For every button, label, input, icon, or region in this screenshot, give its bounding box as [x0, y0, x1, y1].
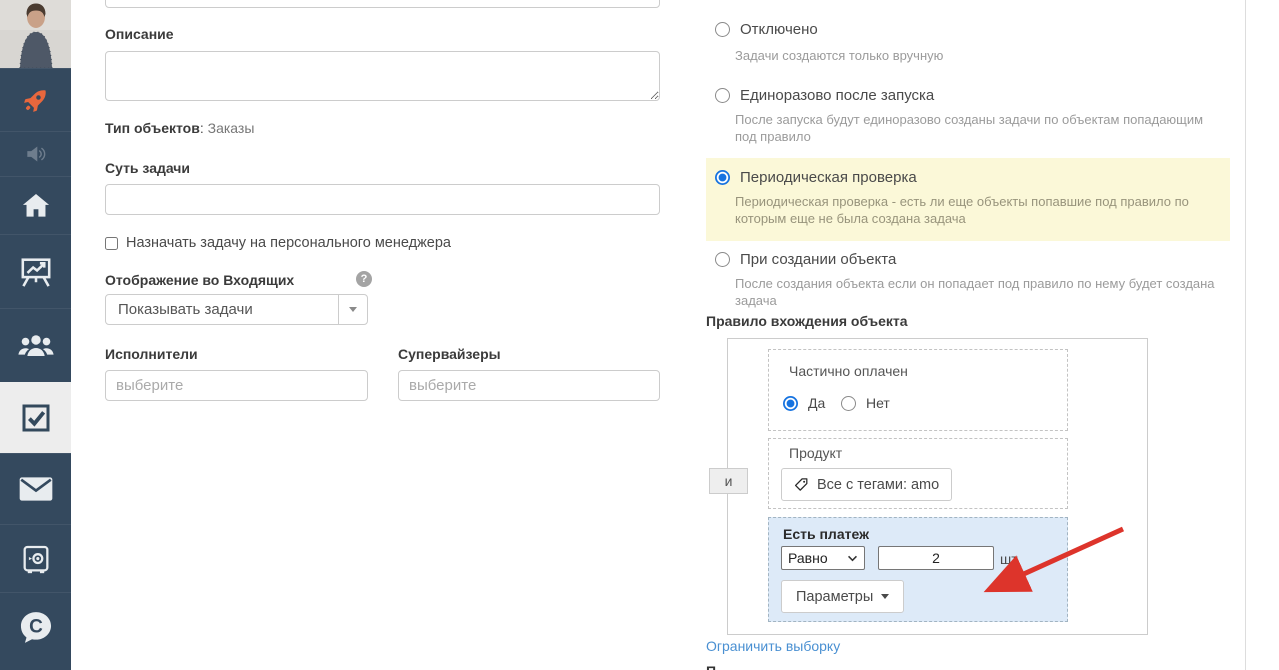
schedule-option-label: Периодическая проверка: [740, 169, 917, 186]
help-icon[interactable]: ?: [356, 271, 372, 287]
cutoff-top-input[interactable]: [105, 0, 660, 8]
object-type-label: Тип объектов: [105, 120, 200, 136]
schedule-option-label: При создании объекта: [740, 251, 896, 268]
radio-icon[interactable]: [841, 396, 856, 411]
schedule-option-periodic[interactable]: Периодическая проверка: [715, 169, 917, 186]
chevron-down-icon: [349, 307, 357, 312]
condition-product: Продукт Все с тегами: amo: [768, 438, 1068, 509]
radio-icon[interactable]: [715, 252, 730, 267]
schedule-option-desc: После запуска будут единоразово созданы …: [735, 111, 1205, 145]
assign-manager-label: Назначать задачу на персонального менедж…: [126, 235, 451, 251]
supervisors-label: Супервайзеры: [398, 346, 501, 362]
unit-label: шт: [1000, 551, 1018, 567]
sidebar-item-home[interactable]: [0, 176, 71, 234]
rule-heading: Правило вхождения объекта: [706, 313, 908, 329]
condition-title: Есть платеж: [783, 526, 869, 542]
partially-paid-no[interactable]: Нет: [841, 395, 890, 411]
condition-title: Частично оплачен: [789, 363, 908, 379]
schedule-option-desc: Периодическая проверка - есть ли еще объ…: [735, 193, 1227, 227]
parameters-label: Параметры: [796, 589, 873, 605]
page: C Описание Тип объектов: Заказы Суть зад…: [0, 0, 1279, 670]
sidebar-item-vault[interactable]: [0, 524, 71, 592]
select-arrow-segment: [338, 295, 367, 324]
assign-manager-row: Назначать задачу на персонального менедж…: [105, 235, 451, 251]
payment-count-input[interactable]: [878, 546, 994, 570]
checkbox-icon: [18, 400, 54, 436]
inbox-display-label: Отображение во Входящих: [105, 272, 294, 288]
tag-icon: [794, 477, 809, 492]
operator-select[interactable]: Равно: [781, 546, 865, 570]
partially-paid-yes[interactable]: Да: [783, 395, 825, 411]
right-settings-column: Отключено Задачи создаются только вручну…: [706, 0, 1230, 670]
description-textarea[interactable]: [105, 51, 660, 101]
task-subject-label: Суть задачи: [105, 160, 190, 176]
sidebar: C: [0, 0, 71, 670]
schedule-option-on-create[interactable]: При создании объекта: [715, 251, 896, 268]
sidebar-item-announce[interactable]: [0, 131, 71, 176]
chevron-down-icon: [847, 555, 858, 562]
svg-text:C: C: [29, 617, 43, 638]
schedule-option-periodic-highlight: Периодическая проверка Периодическая про…: [706, 158, 1230, 241]
presentation-chart-icon: [18, 254, 54, 290]
rocket-icon: [21, 85, 51, 115]
executors-input[interactable]: [105, 370, 368, 401]
inbox-display-select-value: Показывать задачи: [106, 301, 338, 318]
left-form-column: Описание Тип объектов: Заказы Суть задач…: [105, 0, 660, 670]
object-type-separator: :: [200, 120, 208, 136]
user-photo-avatar: [0, 0, 71, 68]
user-avatar[interactable]: [0, 0, 71, 68]
parameters-button[interactable]: Параметры: [781, 580, 904, 613]
supervisors-input[interactable]: [398, 370, 660, 401]
object-type-row: Тип объектов: Заказы: [105, 120, 254, 136]
schedule-option-once[interactable]: Единоразово после запуска: [715, 87, 934, 104]
assign-manager-checkbox[interactable]: [105, 237, 118, 250]
sidebar-item-contacts[interactable]: [0, 308, 71, 382]
and-connector-label: и: [725, 473, 733, 489]
product-tags-label: Все с тегами: amo: [817, 477, 939, 493]
no-label: Нет: [866, 395, 890, 411]
schedule-option-label: Отключено: [740, 21, 818, 38]
radio-icon[interactable]: [715, 88, 730, 103]
rule-builder-box: Частично оплачен Да Нет Продукт: [727, 338, 1148, 635]
executors-label: Исполнители: [105, 346, 198, 362]
radio-icon[interactable]: [715, 22, 730, 37]
operator-value: Равно: [788, 550, 828, 566]
radio-checked-icon[interactable]: [783, 396, 798, 411]
right-divider: [1245, 0, 1246, 670]
speaker-icon: [23, 141, 49, 167]
condition-partially-paid: Частично оплачен Да Нет: [768, 349, 1068, 431]
condition-title: Продукт: [789, 445, 842, 461]
condition-payment: Есть платеж Равно шт Параметры: [768, 517, 1068, 622]
sidebar-item-rocket[interactable]: [0, 68, 71, 131]
home-icon: [19, 190, 53, 222]
schedule-option-desc: Задачи создаются только вручную: [735, 47, 943, 64]
safe-icon: [19, 542, 53, 576]
schedule-option-disabled[interactable]: Отключено: [715, 21, 818, 38]
chat-c-icon: C: [17, 608, 55, 646]
limit-selection-link[interactable]: Ограничить выборку: [706, 638, 840, 654]
caret-down-icon: [881, 594, 889, 599]
sidebar-item-mail[interactable]: [0, 453, 71, 524]
schedule-option-label: Единоразово после запуска: [740, 87, 934, 104]
product-tags-button[interactable]: Все с тегами: amo: [781, 468, 952, 501]
yes-label: Да: [808, 395, 825, 411]
task-subject-input[interactable]: [105, 184, 660, 215]
envelope-icon: [17, 475, 55, 503]
sidebar-item-tasks[interactable]: [0, 382, 71, 453]
users-icon: [15, 330, 57, 362]
description-label: Описание: [105, 26, 174, 42]
cutoff-bottom-text: П: [706, 663, 716, 670]
inbox-display-select[interactable]: Показывать задачи: [105, 294, 368, 325]
sidebar-item-stats[interactable]: [0, 234, 71, 308]
radio-checked-icon[interactable]: [715, 170, 730, 185]
sidebar-item-chat[interactable]: C: [0, 592, 71, 661]
object-type-value: Заказы: [208, 120, 255, 136]
schedule-option-desc: После создания объекта если он попадает …: [735, 275, 1235, 309]
and-connector-chip: и: [709, 468, 748, 494]
